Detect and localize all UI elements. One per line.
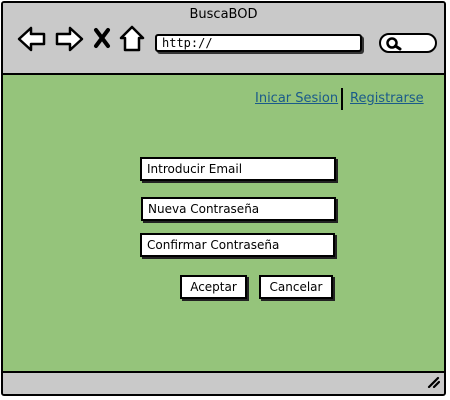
url-input[interactable]: http:// (155, 34, 362, 52)
register-link[interactable]: Registrarse (350, 91, 424, 106)
arrow-left-icon[interactable] (17, 25, 47, 53)
page-content: Inicar Sesion Registrarse Introducir Ema… (3, 75, 444, 373)
status-bar (3, 371, 444, 394)
arrow-right-icon[interactable] (54, 25, 84, 53)
confirm-password-field[interactable]: Confirmar Contraseña (140, 233, 335, 257)
search-icon (386, 37, 402, 51)
resize-handle-icon[interactable] (426, 373, 441, 392)
link-divider (341, 88, 343, 110)
cancel-button[interactable]: Cancelar (259, 275, 333, 299)
browser-toolbar: BuscaBOD http:// (3, 3, 444, 75)
browser-window: BuscaBOD http:// Inicar Sesion Registrar… (1, 1, 446, 396)
close-icon[interactable] (93, 27, 111, 55)
accept-button[interactable]: Aceptar (180, 275, 247, 299)
new-password-field[interactable]: Nueva Contraseña (141, 197, 336, 221)
search-input[interactable] (379, 33, 437, 53)
login-link[interactable]: Inicar Sesion (255, 91, 338, 106)
email-field[interactable]: Introducir Email (140, 157, 336, 181)
window-title: BuscaBOD (189, 7, 258, 22)
home-icon[interactable] (119, 25, 145, 53)
